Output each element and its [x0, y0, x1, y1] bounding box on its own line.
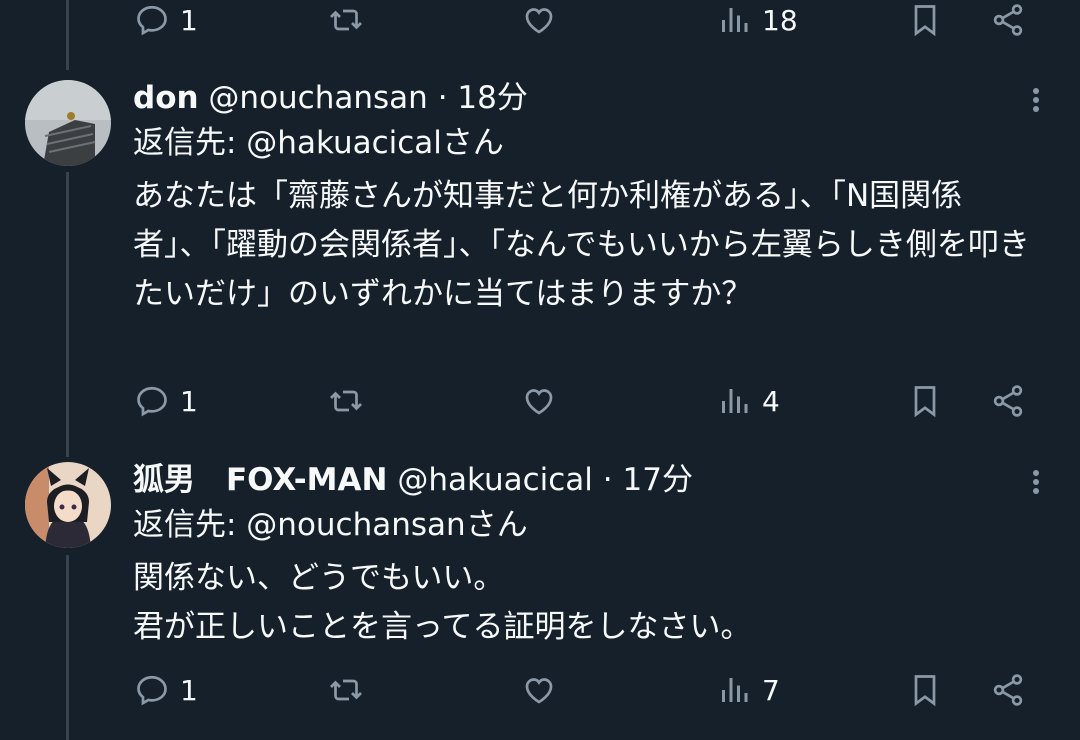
separator: ·: [602, 462, 613, 498]
reply-to-label[interactable]: 返信先: @nouchansanさん: [133, 507, 528, 543]
bookmark-button[interactable]: [907, 381, 943, 421]
retweet-icon: [330, 679, 362, 701]
reply-count: 1: [180, 3, 198, 37]
tweet-text: 関係ない、どうでもいい。 君が正しいことを言ってる証明をしなさい。: [133, 554, 1033, 652]
share-button[interactable]: [990, 381, 1026, 421]
avatar-image: [25, 462, 111, 548]
retweet-button[interactable]: [328, 0, 364, 40]
views-count: 18: [762, 3, 798, 37]
avatar-image: [25, 80, 111, 166]
share-icon: [993, 385, 1023, 417]
reply-count: 1: [180, 384, 198, 418]
like-button[interactable]: [521, 381, 557, 421]
reply-count: 1: [180, 673, 198, 707]
reply-button[interactable]: 1: [134, 670, 198, 710]
more-options-button[interactable]: [1024, 80, 1048, 120]
heart-icon: [525, 678, 553, 704]
views-button[interactable]: 18: [716, 0, 798, 40]
timestamp[interactable]: 18分: [457, 80, 527, 116]
bookmark-icon: [914, 386, 936, 418]
tweet-text-line: 関係ない、どうでもいい。: [133, 560, 505, 596]
retweet-button[interactable]: [328, 670, 364, 710]
avatar[interactable]: [25, 80, 111, 166]
like-button[interactable]: [521, 0, 557, 40]
reply-button[interactable]: 1: [134, 381, 198, 421]
heart-icon: [525, 8, 553, 34]
views-button[interactable]: 4: [716, 381, 780, 421]
tweet-reply-don[interactable]: don @nouchansan · 18分 返信先: @hakuacicalさん…: [0, 80, 1080, 430]
heart-icon: [525, 389, 553, 415]
tweet-text-line: 君が正しいことを言ってる証明をしなさい。: [133, 609, 752, 645]
views-chart-icon: [722, 389, 748, 413]
separator: ·: [437, 80, 448, 116]
display-name[interactable]: 狐男 FOX-MAN: [133, 462, 387, 498]
retweet-button[interactable]: [328, 381, 364, 421]
avatar[interactable]: [25, 462, 111, 548]
tweet-text: あなたは「齋藤さんが知事だと何か利権がある」、「N国関係者」、「躍動の会関係者」…: [133, 178, 1030, 312]
handle[interactable]: @hakuacical: [397, 462, 593, 498]
reply-icon: [137, 675, 167, 706]
reply-icon: [137, 5, 167, 36]
tweet-header: 狐男 FOX-MAN @hakuacical · 17分: [133, 462, 693, 498]
previous-tweet-actions: 1 18: [0, 0, 1080, 40]
retweet-icon: [330, 390, 362, 412]
like-button[interactable]: [521, 670, 557, 710]
views-chart-icon: [722, 678, 748, 702]
reply-icon: [137, 386, 167, 417]
views-chart-icon: [722, 8, 748, 32]
bookmark-button[interactable]: [907, 670, 943, 710]
tweet-reply-fox-man[interactable]: 狐男 FOX-MAN @hakuacical · 17分 返信先: @nouch…: [0, 462, 1080, 740]
tweet-header: don @nouchansan · 18分: [133, 80, 528, 116]
share-icon: [993, 674, 1023, 706]
display-name[interactable]: don: [133, 80, 199, 116]
views-count: 4: [762, 384, 780, 418]
views-count: 7: [762, 673, 780, 707]
share-icon: [993, 4, 1023, 36]
share-button[interactable]: [990, 0, 1026, 40]
bookmark-button[interactable]: [907, 0, 943, 40]
retweet-icon: [330, 9, 362, 31]
timestamp[interactable]: 17分: [623, 462, 693, 498]
tweet-actions: 1 7: [0, 670, 1080, 710]
reply-to-label[interactable]: 返信先: @hakuacicalさん: [133, 125, 504, 161]
more-options-button[interactable]: [1024, 462, 1048, 502]
bookmark-icon: [914, 5, 936, 37]
bookmark-icon: [914, 675, 936, 707]
views-button[interactable]: 7: [716, 670, 780, 710]
share-button[interactable]: [990, 670, 1026, 710]
reply-button[interactable]: 1: [134, 0, 198, 40]
handle[interactable]: @nouchansan: [208, 80, 427, 116]
tweet-actions: 1 4: [0, 381, 1080, 421]
